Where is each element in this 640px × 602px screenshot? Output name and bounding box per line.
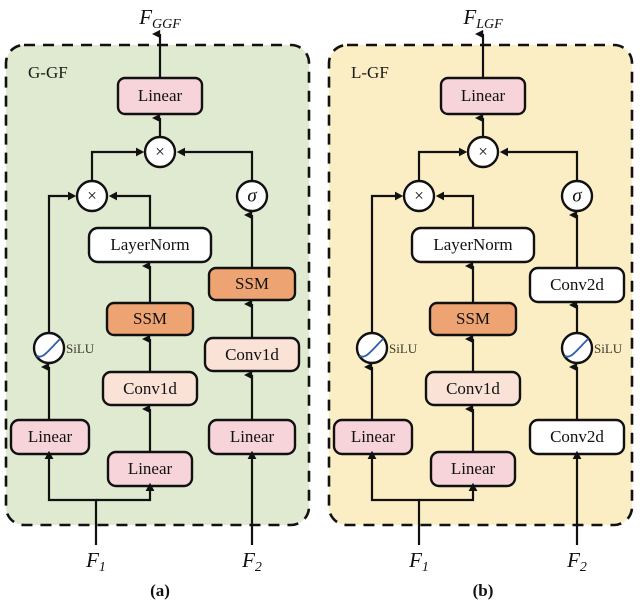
panel-a-mid-ssm-label: SSM (133, 309, 167, 328)
panel-b-sigma-glyph: σ (572, 185, 582, 206)
panel-b-tag: L-GF (351, 63, 389, 82)
panel-b-mid-conv1d-label: Conv1d (446, 379, 500, 398)
panel-b-left-silu-node (355, 331, 389, 365)
panel-b-input-1-label: F1 (408, 548, 429, 575)
panel-a-left-silu-label: SiLU (66, 341, 95, 356)
panel-a-top-linear-label: Linear (138, 86, 183, 105)
panel-g-gf: G-GF FGGF Linear × × σ LayerNorm SSM SSM… (4, 5, 311, 600)
panel-l-gf: L-GF FLGF Linear × × σ LayerNorm Conv2d … (327, 5, 634, 600)
panel-a-output-label: FGGF (138, 5, 181, 32)
panel-b-mid-linear-label: Linear (451, 459, 496, 478)
panel-a-layernorm-label: LayerNorm (110, 235, 189, 254)
panel-b-input-2-label: F2 (566, 548, 587, 575)
panel-b-outer-multiply-glyph: × (478, 142, 488, 161)
panel-b-left-linear-label: Linear (351, 427, 396, 446)
panel-a-inner-multiply-glyph: × (87, 186, 97, 205)
panel-b-top-linear-label: Linear (461, 86, 506, 105)
panel-b-left-silu-label: SiLU (389, 341, 418, 356)
panel-b-top-conv2d-label: Conv2d (550, 275, 604, 294)
panel-a-caption: (a) (150, 581, 170, 600)
panel-b-right-silu-label: SiLU (594, 341, 623, 356)
panel-b-mid-ssm-label: SSM (456, 309, 490, 328)
panel-b-bottom-conv2d-label: Conv2d (550, 427, 604, 446)
panel-b-right-silu-node (560, 331, 594, 365)
panel-a-left-silu-node (32, 331, 66, 365)
panel-a-right-linear-label: Linear (230, 427, 275, 446)
panel-a-input-2-label: F2 (241, 548, 262, 575)
panel-a-right-conv1d-label: Conv1d (225, 345, 279, 364)
panel-a-input-1-label: F1 (85, 548, 106, 575)
panel-a-mid-conv1d-label: Conv1d (123, 379, 177, 398)
panel-a-right-ssm-label: SSM (235, 274, 269, 293)
figure-root: G-GF FGGF Linear × × σ LayerNorm SSM SSM… (0, 0, 640, 602)
architecture-diagram: G-GF FGGF Linear × × σ LayerNorm SSM SSM… (4, 5, 634, 600)
panel-a-outer-multiply-glyph: × (155, 142, 165, 161)
panel-a-sigma-glyph: σ (247, 185, 257, 206)
panel-b-output-label: FLGF (462, 5, 503, 32)
panel-a-tag: G-GF (28, 63, 68, 82)
panel-b-layernorm-label: LayerNorm (433, 235, 512, 254)
panel-a-mid-linear-label: Linear (128, 459, 173, 478)
panel-b-inner-multiply-glyph: × (414, 186, 424, 205)
panel-a-left-linear-label: Linear (28, 427, 73, 446)
panel-b-caption: (b) (473, 581, 494, 600)
